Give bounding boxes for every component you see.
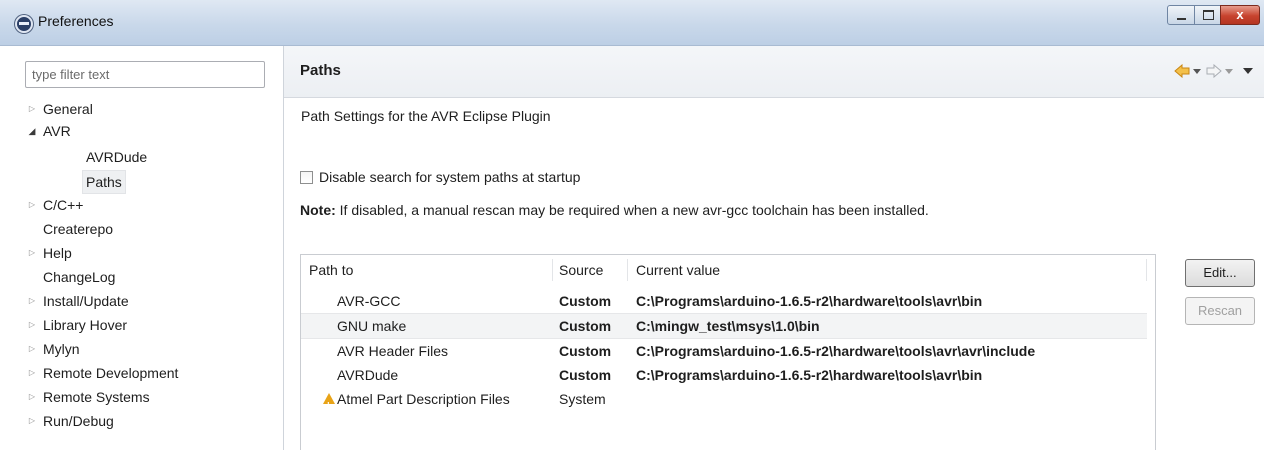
collapsed-triangle-icon[interactable]: ▷ xyxy=(26,314,38,336)
column-divider[interactable] xyxy=(552,259,553,281)
warning-icon xyxy=(323,393,335,418)
cell-path: GNU make xyxy=(337,318,407,334)
tree-item-label: Library Hover xyxy=(43,317,128,333)
tree-item-label: Remote Development xyxy=(43,365,179,381)
collapsed-triangle-icon[interactable]: ▷ xyxy=(26,242,38,264)
tree-item-label: Help xyxy=(43,245,72,261)
cell-path: Atmel Part Description Files xyxy=(337,391,510,407)
cell-current-value: C:\Programs\arduino-1.6.5-r2\hardware\to… xyxy=(636,293,983,309)
cell-current-value: C:\Programs\arduino-1.6.5-r2\hardware\to… xyxy=(636,343,1036,359)
collapsed-triangle-icon[interactable]: ▷ xyxy=(26,98,38,120)
table-row[interactable]: AVR Header Files Custom C:\Programs\ardu… xyxy=(301,339,1147,363)
collapsed-triangle-icon[interactable]: ▷ xyxy=(26,290,38,312)
tree-item-label: C/C++ xyxy=(43,197,84,213)
pane-divider[interactable] xyxy=(283,46,284,450)
cell-current-value: C:\Programs\arduino-1.6.5-r2\hardware\to… xyxy=(636,367,983,383)
window-title: Preferences xyxy=(38,13,114,29)
minimize-button[interactable] xyxy=(1167,5,1195,25)
rescan-button[interactable]: Rescan xyxy=(1185,297,1255,325)
cell-source: Custom xyxy=(559,318,612,334)
column-header-path[interactable]: Path to xyxy=(309,262,353,278)
tree-item-label: Mylyn xyxy=(43,341,80,357)
page-header: Paths xyxy=(284,46,1264,98)
table-row[interactable]: Atmel Part Description Files System xyxy=(301,387,1147,418)
table-row[interactable]: AVR-GCC Custom C:\Programs\arduino-1.6.5… xyxy=(301,289,1147,313)
collapsed-triangle-icon[interactable]: ▷ xyxy=(26,338,38,360)
table-row[interactable]: AVRDude Custom C:\Programs\arduino-1.6.5… xyxy=(301,363,1147,387)
preferences-tree-pane: ▷ General ◢ AVR AVRDude Paths ▷ C/C++ Cr… xyxy=(0,46,283,450)
collapsed-triangle-icon[interactable]: ▷ xyxy=(26,362,38,384)
cell-source: Custom xyxy=(559,293,612,309)
tree-item-label: Remote Systems xyxy=(43,389,150,405)
maximize-button[interactable] xyxy=(1194,5,1221,25)
collapsed-triangle-icon[interactable]: ▷ xyxy=(26,410,38,432)
cell-source: Custom xyxy=(559,367,612,383)
column-header-current-value[interactable]: Current value xyxy=(636,262,720,278)
cell-path: AVRDude xyxy=(337,367,399,383)
tree-item-label: Createrepo xyxy=(43,221,114,237)
note-body: If disabled, a manual rescan may be requ… xyxy=(335,202,929,218)
note-text: Note: If disabled, a manual rescan may b… xyxy=(300,202,929,218)
forward-arrow-icon[interactable] xyxy=(1206,64,1222,78)
table-row[interactable]: GNU make Custom C:\mingw_test\msys\1.0\b… xyxy=(301,313,1147,339)
expanded-triangle-icon[interactable]: ◢ xyxy=(26,120,38,142)
tree-item-label: AVR xyxy=(43,123,71,139)
paths-table: Path to Source Current value AVR-GCC Cus… xyxy=(300,254,1156,450)
window-titlebar: Preferences x xyxy=(0,0,1264,46)
cell-path: AVR-GCC xyxy=(337,293,401,309)
table-header: Path to Source Current value xyxy=(301,255,1155,285)
filter-input[interactable] xyxy=(25,61,265,88)
tree-item-label: General xyxy=(43,101,93,117)
collapsed-triangle-icon[interactable]: ▷ xyxy=(26,386,38,408)
column-divider[interactable] xyxy=(627,259,628,281)
back-dropdown-chevron-down-icon[interactable] xyxy=(1193,69,1201,75)
tree-item-label: ChangeLog xyxy=(43,269,116,285)
note-label: Note: xyxy=(300,202,336,218)
cell-path: AVR Header Files xyxy=(337,343,449,359)
cell-source: Custom xyxy=(559,343,612,359)
disable-search-checkbox-label: Disable search for system paths at start… xyxy=(319,169,581,185)
column-header-source[interactable]: Source xyxy=(559,262,603,278)
tree-item-label-selected: Paths xyxy=(82,170,126,194)
page-description: Path Settings for the AVR Eclipse Plugin xyxy=(301,108,551,124)
page-title: Paths xyxy=(300,62,341,79)
back-arrow-icon[interactable] xyxy=(1174,64,1190,78)
collapsed-triangle-icon[interactable]: ▷ xyxy=(26,194,38,216)
tree-item-label: Run/Debug xyxy=(43,413,114,429)
eclipse-app-icon xyxy=(15,15,33,33)
view-menu-chevron-down-icon[interactable] xyxy=(1243,68,1253,75)
forward-dropdown-chevron-down-icon[interactable] xyxy=(1225,69,1233,75)
tree-item-label: AVRDude xyxy=(86,149,148,165)
close-button[interactable]: x xyxy=(1220,5,1260,25)
disable-search-checkbox-row[interactable]: Disable search for system paths at start… xyxy=(300,167,580,187)
cell-source: System xyxy=(559,391,606,407)
column-divider[interactable] xyxy=(1146,259,1147,281)
tree-item-label: Install/Update xyxy=(43,293,129,309)
edit-button[interactable]: Edit... xyxy=(1185,259,1255,287)
disable-search-checkbox[interactable] xyxy=(300,171,313,184)
cell-current-value: C:\mingw_test\msys\1.0\bin xyxy=(636,318,820,334)
